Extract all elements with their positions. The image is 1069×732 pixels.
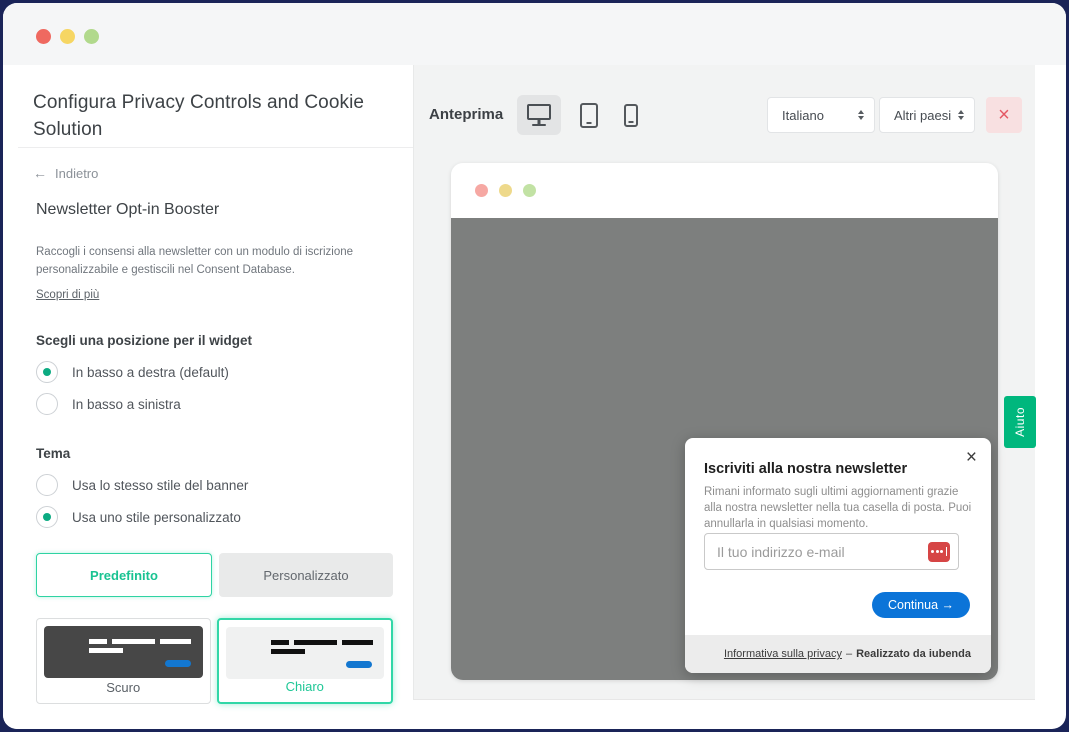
widget-title: Iscriviti alla nostra newsletter bbox=[704, 461, 907, 477]
feature-title: Newsletter Opt-in Booster bbox=[36, 201, 219, 219]
radio-selected-icon bbox=[36, 361, 58, 383]
theme-card-light[interactable]: Chiaro bbox=[217, 618, 394, 704]
placeholder-text-bars bbox=[271, 640, 373, 658]
radio-unselected-icon bbox=[36, 474, 58, 496]
preview-title: Anteprima bbox=[429, 106, 503, 123]
position-group-label: Scegli una posizione per il widget bbox=[36, 333, 252, 348]
help-tab-label: Aiuto bbox=[1013, 407, 1027, 437]
light-banner-preview bbox=[226, 627, 385, 679]
radio-position-bottom-right[interactable]: In basso a destra (default) bbox=[36, 360, 229, 384]
theme-card-label: Chiaro bbox=[219, 679, 392, 694]
radio-theme-same-style[interactable]: Usa lo stesso stile del banner bbox=[36, 473, 248, 497]
tab-predefinito[interactable]: Predefinito bbox=[36, 553, 212, 597]
tablet-icon bbox=[580, 103, 598, 128]
app-window: Configura Privacy Controls and Cookie So… bbox=[3, 3, 1066, 729]
config-panel: Configura Privacy Controls and Cookie So… bbox=[3, 65, 413, 729]
close-icon: × bbox=[998, 104, 1010, 127]
feature-description: Raccogli i consensi alla newsletter con … bbox=[36, 243, 374, 280]
radio-position-bottom-left[interactable]: In basso a sinistra bbox=[36, 392, 181, 416]
privacy-policy-link[interactable]: Informativa sulla privacy bbox=[724, 648, 842, 660]
theme-card-dark[interactable]: Scuro bbox=[36, 618, 211, 704]
close-preview-button[interactable]: × bbox=[986, 97, 1022, 133]
browser-mockup: × Iscriviti alla nostra newsletter Riman… bbox=[451, 163, 998, 680]
browser-page: × Iscriviti alla nostra newsletter Riman… bbox=[451, 218, 998, 680]
language-select[interactable]: Italiano bbox=[767, 97, 875, 133]
page-title: Configura Privacy Controls and Cookie So… bbox=[33, 89, 385, 143]
mock-button bbox=[346, 661, 372, 668]
tab-personalizzato[interactable]: Personalizzato bbox=[219, 553, 393, 597]
help-tab-button[interactable]: Aiuto bbox=[1004, 396, 1036, 448]
widget-close-icon[interactable]: × bbox=[966, 448, 977, 467]
traffic-light-zoom-icon[interactable] bbox=[84, 29, 99, 44]
email-field-wrapper bbox=[704, 533, 959, 570]
mobile-icon bbox=[624, 104, 638, 127]
browser-close-icon bbox=[475, 184, 488, 197]
window-titlebar bbox=[3, 3, 1066, 65]
widget-description: Rimani informato sugli ultimi aggiorname… bbox=[704, 485, 972, 533]
title-divider bbox=[18, 147, 413, 148]
desktop-icon bbox=[527, 104, 551, 120]
placeholder-text-bars bbox=[89, 639, 191, 657]
autofill-icon[interactable] bbox=[928, 542, 950, 562]
language-select-value: Italiano bbox=[782, 108, 824, 123]
theme-card-label: Scuro bbox=[37, 680, 210, 695]
widget-footer: Informativa sulla privacy – Realizzato d… bbox=[685, 635, 991, 673]
learn-more-link[interactable]: Scopri di più bbox=[36, 289, 99, 301]
theme-cards: Scuro Chiaro bbox=[36, 618, 393, 704]
back-link[interactable]: ← Indietro bbox=[33, 165, 98, 181]
style-tabs: Predefinito Personalizzato bbox=[36, 553, 393, 597]
theme-group-label: Tema bbox=[36, 446, 70, 461]
mock-button bbox=[165, 660, 191, 667]
device-tablet-button[interactable] bbox=[569, 95, 609, 135]
radio-theme-custom-style[interactable]: Usa uno stile personalizzato bbox=[36, 505, 241, 529]
footer-separator: – bbox=[846, 648, 852, 660]
radio-label: Usa uno stile personalizzato bbox=[72, 510, 241, 525]
radio-label: In basso a destra (default) bbox=[72, 365, 229, 380]
radio-unselected-icon bbox=[36, 393, 58, 415]
device-mobile-button[interactable] bbox=[613, 95, 649, 135]
region-select[interactable]: Altri paesi bbox=[879, 97, 975, 133]
browser-zoom-icon bbox=[523, 184, 536, 197]
preview-panel: Anteprima Italiano Altri paesi × bbox=[413, 65, 1035, 700]
radio-selected-icon bbox=[36, 506, 58, 528]
browser-chrome bbox=[451, 163, 998, 218]
browser-minimize-icon bbox=[499, 184, 512, 197]
select-arrows-icon bbox=[858, 110, 864, 120]
device-desktop-button[interactable] bbox=[517, 95, 561, 135]
region-select-value: Altri paesi bbox=[894, 108, 951, 123]
traffic-light-minimize-icon[interactable] bbox=[60, 29, 75, 44]
traffic-light-close-icon[interactable] bbox=[36, 29, 51, 44]
back-arrow-icon: ← bbox=[33, 165, 47, 181]
select-arrows-icon bbox=[958, 110, 964, 120]
newsletter-widget: × Iscriviti alla nostra newsletter Riman… bbox=[685, 438, 991, 673]
radio-label: Usa lo stesso stile del banner bbox=[72, 478, 248, 493]
back-label: Indietro bbox=[55, 166, 98, 181]
radio-label: In basso a sinistra bbox=[72, 397, 181, 412]
email-field[interactable] bbox=[717, 544, 928, 560]
dark-banner-preview bbox=[44, 626, 203, 678]
iubenda-credit: Realizzato da iubenda bbox=[856, 648, 971, 660]
continue-button[interactable]: Continua → bbox=[872, 592, 970, 618]
